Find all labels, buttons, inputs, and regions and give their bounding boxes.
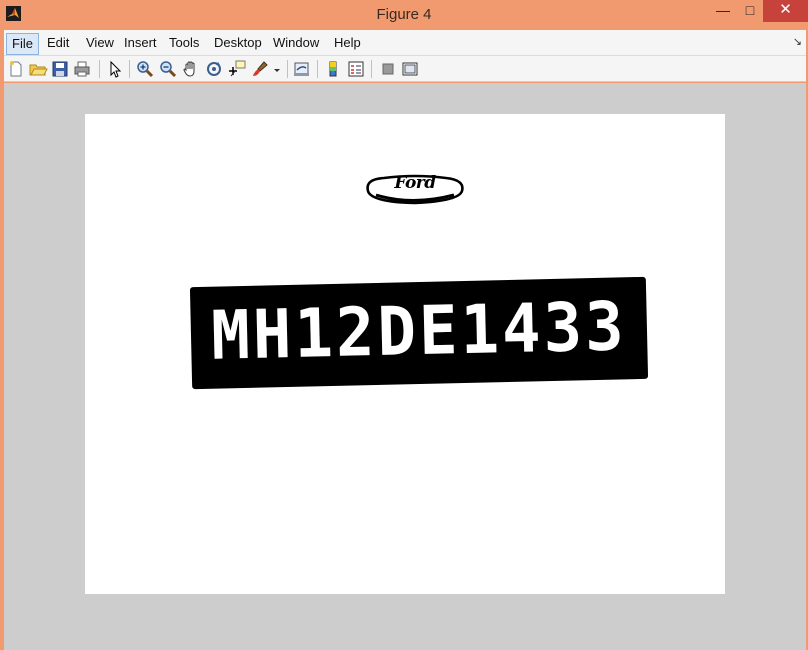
rotate-3d-icon[interactable] [204,59,224,79]
show-plot-tools-icon[interactable] [400,59,420,79]
image-axes: Ford MH12DE1433 [85,114,725,594]
logo-text: Ford [394,173,436,193]
menu-tools[interactable]: Tools [164,33,204,55]
link-plot-icon[interactable] [292,59,312,79]
ford-logo: Ford [362,169,468,207]
edit-plot-icon[interactable] [105,59,125,79]
menu-window[interactable]: Window [268,33,324,55]
save-icon[interactable] [50,59,70,79]
menu-edit[interactable]: Edit [42,33,74,55]
brush-icon[interactable] [250,59,270,79]
minimize-button[interactable]: — [708,0,738,22]
data-cursor-icon[interactable] [227,59,247,79]
open-icon[interactable] [28,59,48,79]
menu-overflow-icon[interactable]: ↘ [793,35,802,48]
figure-canvas: Ford MH12DE1433 [4,83,806,650]
toolbar-separator [287,60,288,78]
new-figure-icon[interactable] [6,59,26,79]
menu-file[interactable]: File [6,33,39,55]
license-plate: MH12DE1433 [189,276,649,390]
toolbar-separator [317,60,318,78]
pan-icon[interactable] [181,59,201,79]
window-title: Figure 4 [376,6,432,23]
figure-toolbar [4,56,806,82]
menu-insert[interactable]: Insert [119,33,162,55]
brush-dropdown-icon[interactable] [272,59,282,79]
hide-plot-tools-icon[interactable] [378,59,398,79]
print-icon[interactable] [72,59,92,79]
zoom-out-icon[interactable] [158,59,178,79]
plate-number: MH12DE1433 [210,288,628,376]
colorbar-icon[interactable] [323,59,343,79]
figure-window: Figure 4 — □ ✕ File Edit View Insert Too… [0,0,808,650]
menu-desktop[interactable]: Desktop [209,33,267,55]
title-bar: Figure 4 — □ ✕ [0,0,808,30]
legend-icon[interactable] [346,59,366,79]
menu-bar: File Edit View Insert Tools Desktop Wind… [4,30,806,56]
toolbar-separator [129,60,130,78]
maximize-button[interactable]: □ [736,0,764,22]
menu-view[interactable]: View [81,33,119,55]
toolbar-separator [371,60,372,78]
menu-help[interactable]: Help [329,33,366,55]
close-button[interactable]: ✕ [763,0,808,22]
zoom-in-icon[interactable] [135,59,155,79]
toolbar-separator [99,60,100,78]
